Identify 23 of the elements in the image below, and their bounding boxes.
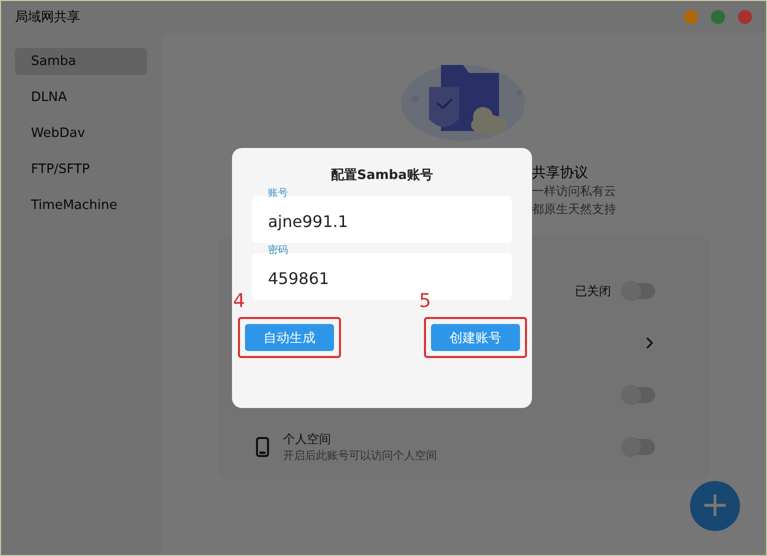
dialog-title: 配置Samba账号: [330, 167, 434, 184]
input-field[interactable]: ajne991.1: [252, 196, 512, 243]
window-control-button[interactable]: [711, 10, 725, 24]
sidebar-item[interactable]: WebDav: [15, 120, 147, 147]
status-label: 已关闭: [575, 282, 611, 300]
window-control-button[interactable]: [684, 10, 698, 24]
action-button[interactable]: 自动生成: [245, 324, 334, 351]
sidebar-item[interactable]: TimeMachine: [15, 192, 147, 219]
phone-icon: [256, 437, 269, 457]
row-subtitle: 开启后此账号可以访问个人空间: [283, 448, 437, 463]
window-control-button[interactable]: [738, 10, 752, 24]
annotation-number: 4: [233, 290, 246, 312]
section-heading: 共享协议: [532, 164, 589, 182]
add-button[interactable]: +: [690, 481, 740, 531]
description-text: 都原生天然支持: [532, 201, 617, 218]
row-title: 个人空间: [283, 431, 332, 448]
sidebar-item[interactable]: FTP/SFTP: [15, 156, 147, 183]
chevron-right-icon: [645, 336, 655, 350]
sidebar-item[interactable]: DLNA: [15, 84, 147, 111]
action-button[interactable]: 创建账号: [431, 324, 520, 351]
sidebar-item[interactable]: Samba: [15, 48, 147, 75]
window-title: 局域网共享: [15, 9, 80, 26]
description-text: 一样访问私有云: [532, 183, 617, 200]
